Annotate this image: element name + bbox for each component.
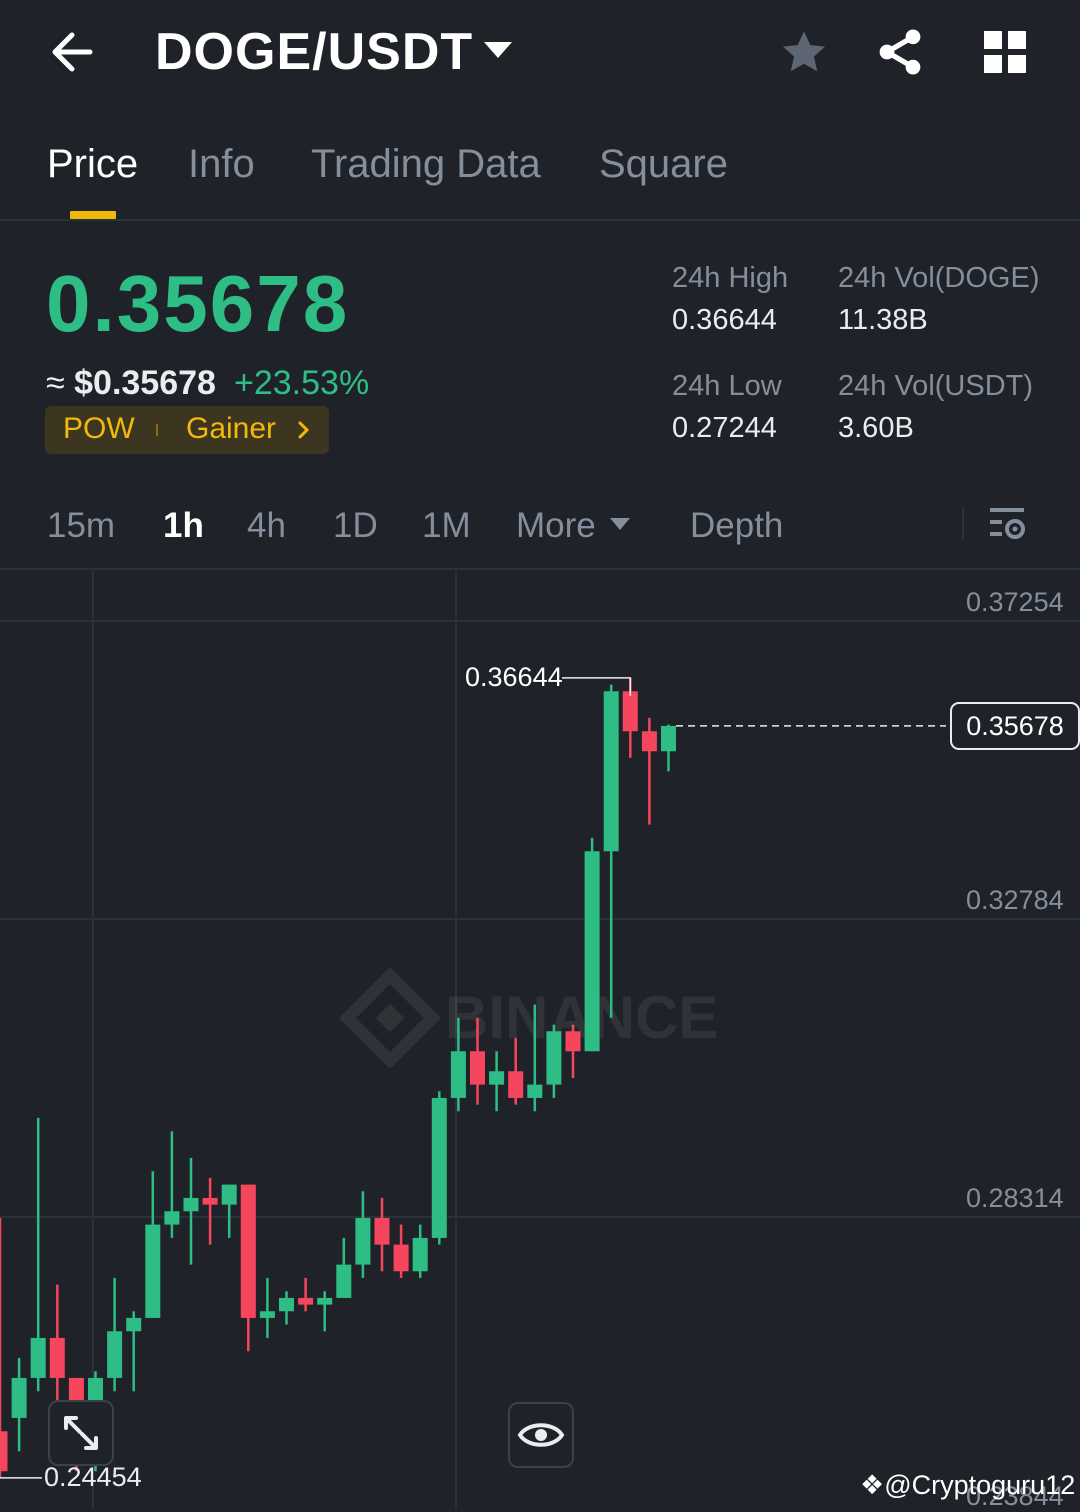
candle-body bbox=[584, 851, 600, 1052]
interval-1m[interactable]: 1M bbox=[422, 506, 471, 546]
candle-body bbox=[661, 725, 676, 752]
candle-body bbox=[393, 1244, 409, 1272]
fiat-price-value: $0.35678 bbox=[74, 364, 216, 402]
candle-body bbox=[412, 1237, 428, 1272]
candle-body bbox=[279, 1297, 294, 1312]
candle-body bbox=[470, 1051, 485, 1085]
candle-body bbox=[11, 1377, 27, 1418]
chart-settings-icon bbox=[990, 508, 1025, 539]
back-button[interactable] bbox=[40, 20, 110, 84]
y-tick-label: 0.28314 bbox=[966, 1183, 1064, 1213]
stat-24h-low-value: 0.27244 bbox=[672, 412, 777, 444]
fullscreen-button[interactable] bbox=[48, 1400, 114, 1466]
favorite-button[interactable] bbox=[778, 26, 830, 78]
candle-body bbox=[622, 691, 638, 732]
high-marker-line bbox=[562, 677, 632, 696]
y-tick-label: 0.32784 bbox=[966, 885, 1064, 915]
tab-trading-data[interactable]: Trading Data bbox=[311, 142, 541, 187]
stat-vol-quote-value: 3.60B bbox=[838, 412, 914, 444]
depth-tab[interactable]: Depth bbox=[690, 506, 783, 546]
chart-settings-button[interactable] bbox=[986, 504, 1030, 544]
binance-watermark: BINANCE bbox=[339, 967, 718, 1069]
candle-body bbox=[240, 1184, 256, 1318]
grid-icon bbox=[984, 31, 1026, 73]
candle-body bbox=[298, 1297, 314, 1305]
stat-24h-high-label: 24h High bbox=[672, 262, 789, 294]
arrow-left-icon bbox=[52, 32, 93, 72]
interval-more[interactable]: More bbox=[516, 506, 596, 546]
candle-body bbox=[145, 1224, 161, 1318]
grid-menu-button[interactable] bbox=[984, 31, 1026, 73]
candle-body bbox=[164, 1211, 180, 1225]
candle-body bbox=[317, 1297, 333, 1305]
toolbar-separator bbox=[962, 506, 964, 540]
candle-body bbox=[546, 1031, 562, 1085]
candle-body bbox=[49, 1337, 65, 1378]
candle-body bbox=[183, 1197, 199, 1212]
candle-body bbox=[508, 1071, 524, 1098]
share-icon bbox=[879, 29, 921, 75]
interval-1h[interactable]: 1h bbox=[163, 506, 204, 546]
y-tick-label: 0.37254 bbox=[966, 587, 1064, 617]
candle-body bbox=[221, 1184, 237, 1205]
credit-watermark: ❖@Cryptoguru12 bbox=[860, 1470, 1075, 1501]
fiat-price: ≈ $0.35678 bbox=[46, 364, 216, 403]
tab-square[interactable]: Square bbox=[599, 142, 728, 187]
visibility-toggle-button[interactable] bbox=[508, 1402, 574, 1468]
candle-body bbox=[202, 1197, 218, 1205]
candlestick-chart[interactable]: BINANCE bbox=[0, 570, 1080, 1510]
star-icon bbox=[782, 31, 826, 72]
candle-body bbox=[431, 1097, 447, 1238]
stat-vol-base-label: 24h Vol(DOGE) bbox=[838, 262, 1040, 294]
active-tab-indicator bbox=[70, 211, 116, 219]
candle-body bbox=[126, 1317, 142, 1332]
binance-logo-icon: ❖ bbox=[860, 1470, 885, 1500]
more-caret-icon bbox=[610, 518, 630, 530]
tag-pow[interactable]: POW bbox=[63, 412, 135, 446]
stat-24h-low-label: 24h Low bbox=[672, 370, 782, 402]
stat-24h-high-value: 0.36644 bbox=[672, 304, 777, 336]
high-price-marker: 0.36644 bbox=[465, 661, 563, 692]
pair-title[interactable]: DOGE/USDT bbox=[155, 22, 473, 82]
stat-vol-quote-label: 24h Vol(USDT) bbox=[838, 370, 1034, 402]
svg-text:BINANCE: BINANCE bbox=[445, 984, 718, 1051]
tag-separator bbox=[156, 424, 158, 436]
candle-body bbox=[355, 1217, 371, 1265]
candle-body bbox=[336, 1264, 352, 1298]
candle-body bbox=[527, 1084, 543, 1098]
stat-vol-base-value: 11.38B bbox=[838, 304, 928, 336]
pair-dropdown-icon[interactable] bbox=[484, 42, 512, 58]
interval-1d[interactable]: 1D bbox=[333, 506, 378, 546]
candle-body bbox=[603, 691, 619, 852]
tab-price[interactable]: Price bbox=[47, 142, 138, 187]
change-percent: +23.53% bbox=[234, 364, 370, 402]
expand-icon bbox=[64, 1416, 98, 1450]
share-button[interactable] bbox=[874, 26, 926, 78]
candle-body bbox=[259, 1311, 275, 1318]
current-price-marker: 0.35678 bbox=[950, 701, 1080, 750]
candle-body bbox=[30, 1337, 46, 1378]
candle-body bbox=[641, 731, 657, 752]
candle-body bbox=[489, 1071, 505, 1085]
last-price: 0.35678 bbox=[46, 259, 350, 348]
tabs-divider bbox=[0, 219, 1080, 221]
approx-sign: ≈ bbox=[46, 364, 65, 402]
chevron-right-icon bbox=[296, 420, 312, 445]
eye-icon bbox=[517, 1423, 565, 1447]
candle-body bbox=[374, 1217, 390, 1245]
candle-body bbox=[565, 1031, 581, 1052]
candle-body bbox=[450, 1051, 466, 1098]
candle-body bbox=[107, 1331, 123, 1378]
candle-body bbox=[0, 1431, 8, 1472]
interval-15m[interactable]: 15m bbox=[47, 506, 115, 546]
tab-info[interactable]: Info bbox=[188, 142, 255, 187]
tag-gainer[interactable]: Gainer bbox=[186, 412, 276, 446]
credit-text: @Cryptoguru12 bbox=[884, 1470, 1076, 1500]
interval-4h[interactable]: 4h bbox=[247, 506, 286, 546]
